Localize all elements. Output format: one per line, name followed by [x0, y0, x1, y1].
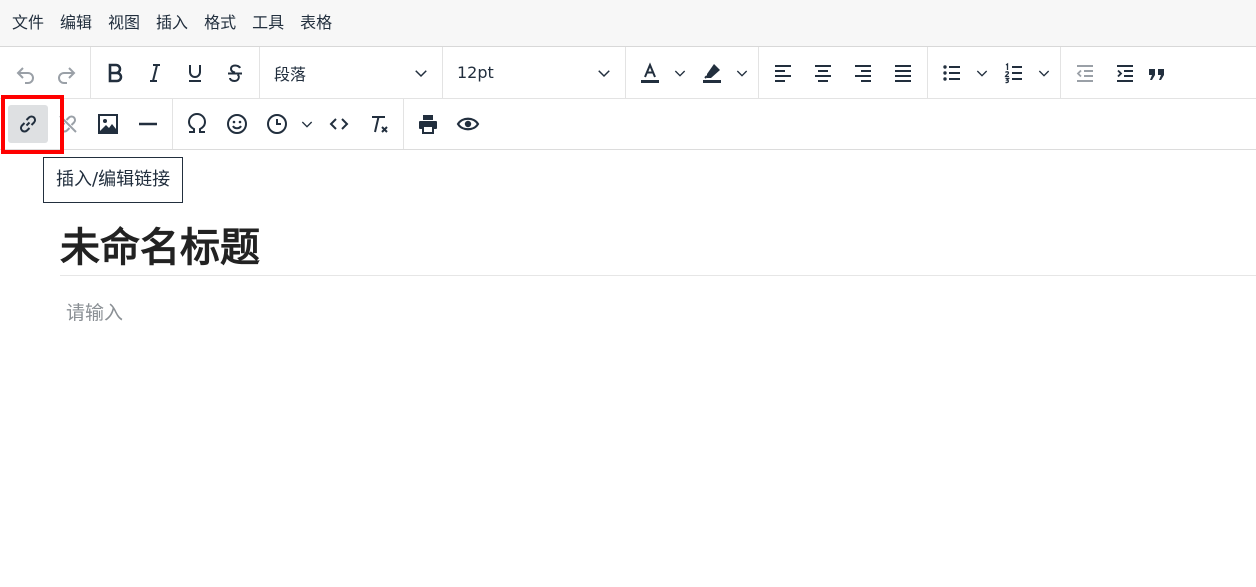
remove-format-icon — [372, 116, 388, 133]
block-format-select[interactable]: 段落 — [260, 54, 442, 92]
menu-table[interactable]: 表格 — [292, 7, 340, 39]
color-group — [626, 47, 759, 98]
undo-button[interactable] — [6, 54, 46, 92]
source-code-button[interactable] — [319, 105, 359, 143]
block-format-value: 段落 — [274, 64, 307, 84]
chevron-down-icon — [415, 69, 427, 77]
font-size-group: 12pt — [443, 47, 626, 98]
strikethrough-button[interactable] — [215, 54, 255, 92]
menu-view[interactable]: 视图 — [100, 7, 148, 39]
remove-format-button[interactable] — [359, 105, 399, 143]
emoji-icon — [227, 114, 247, 134]
highlight-color-button[interactable] — [692, 54, 754, 92]
chevron-down-icon — [976, 70, 988, 77]
indent-group — [1061, 47, 1179, 98]
link-button[interactable] — [8, 105, 48, 143]
toolbar-row-2 — [0, 99, 1256, 150]
special-char-button[interactable] — [177, 105, 217, 143]
link-tooltip: 插入/编辑链接 — [43, 157, 184, 203]
menu-format[interactable]: 格式 — [196, 7, 244, 39]
link-icon — [19, 115, 37, 133]
align-left-icon — [775, 64, 791, 82]
underline-icon — [189, 64, 201, 82]
bullet-list-icon — [943, 64, 960, 81]
menu-file[interactable]: 文件 — [4, 7, 52, 39]
text-style-group — [91, 47, 260, 98]
menu-insert[interactable]: 插入 — [148, 7, 196, 39]
image-button[interactable] — [88, 105, 128, 143]
emoji-button[interactable] — [217, 105, 257, 143]
document-title[interactable]: 未命名标题 — [60, 220, 260, 276]
outdent-icon — [1076, 64, 1093, 82]
underline-button[interactable] — [175, 54, 215, 92]
horizontal-rule-icon — [139, 122, 157, 126]
editor-content[interactable]: 未命名标题 请输入 — [0, 202, 1256, 587]
redo-icon — [58, 66, 76, 84]
numbered-list-button[interactable] — [994, 54, 1056, 92]
menubar: 文件 编辑 视图 插入 格式 工具 表格 — [0, 0, 1256, 47]
clock-icon — [267, 114, 287, 134]
unlink-button[interactable] — [48, 105, 88, 143]
print-button[interactable] — [408, 105, 448, 143]
redo-button[interactable] — [46, 54, 86, 92]
align-justify-button[interactable] — [883, 54, 923, 92]
insert-group — [4, 99, 173, 149]
image-icon — [98, 114, 118, 134]
list-group — [928, 47, 1061, 98]
font-size-select[interactable]: 12pt — [443, 54, 625, 92]
italic-button[interactable] — [135, 54, 175, 92]
strikethrough-icon — [228, 64, 242, 82]
align-right-button[interactable] — [843, 54, 883, 92]
align-right-icon — [855, 64, 871, 82]
align-center-icon — [815, 64, 831, 82]
chevron-down-icon — [598, 69, 610, 77]
numbered-list-icon — [1004, 62, 1022, 83]
preview-button[interactable] — [448, 105, 488, 143]
insert-extra-group — [173, 99, 404, 149]
toolbar-row-1: 段落 12pt — [0, 47, 1256, 99]
text-color-button[interactable] — [630, 54, 692, 92]
indent-button[interactable] — [1105, 54, 1145, 92]
menu-edit[interactable]: 编辑 — [52, 7, 100, 39]
chevron-down-icon — [1038, 70, 1050, 77]
chevron-down-icon — [736, 70, 748, 77]
align-justify-icon — [895, 64, 911, 82]
highlight-icon — [703, 63, 721, 83]
code-icon — [329, 118, 349, 130]
body-placeholder[interactable]: 请输入 — [66, 298, 123, 325]
blockquote-button[interactable] — [1145, 54, 1175, 92]
unlink-icon — [59, 115, 77, 133]
indent-icon — [1117, 64, 1133, 82]
block-format-group: 段落 — [260, 47, 443, 98]
undo-icon — [16, 66, 34, 84]
title-divider — [60, 275, 1256, 276]
horizontal-rule-button[interactable] — [128, 105, 168, 143]
datetime-button[interactable] — [257, 105, 319, 143]
chevron-down-icon — [301, 121, 313, 128]
omega-icon — [187, 113, 207, 133]
text-color-icon — [641, 61, 659, 83]
quote-icon — [1149, 68, 1164, 80]
bold-icon — [108, 63, 123, 82]
eye-icon — [456, 117, 480, 131]
menu-tools[interactable]: 工具 — [244, 7, 292, 39]
align-center-button[interactable] — [803, 54, 843, 92]
outdent-button[interactable] — [1065, 54, 1105, 92]
print-icon — [419, 115, 437, 134]
italic-icon — [150, 63, 160, 82]
font-size-value: 12pt — [457, 63, 494, 82]
output-group — [404, 99, 492, 149]
chevron-down-icon — [674, 70, 686, 77]
align-left-button[interactable] — [763, 54, 803, 92]
history-group — [2, 47, 91, 98]
bold-button[interactable] — [95, 54, 135, 92]
bullet-list-button[interactable] — [932, 54, 994, 92]
align-group — [759, 47, 928, 98]
